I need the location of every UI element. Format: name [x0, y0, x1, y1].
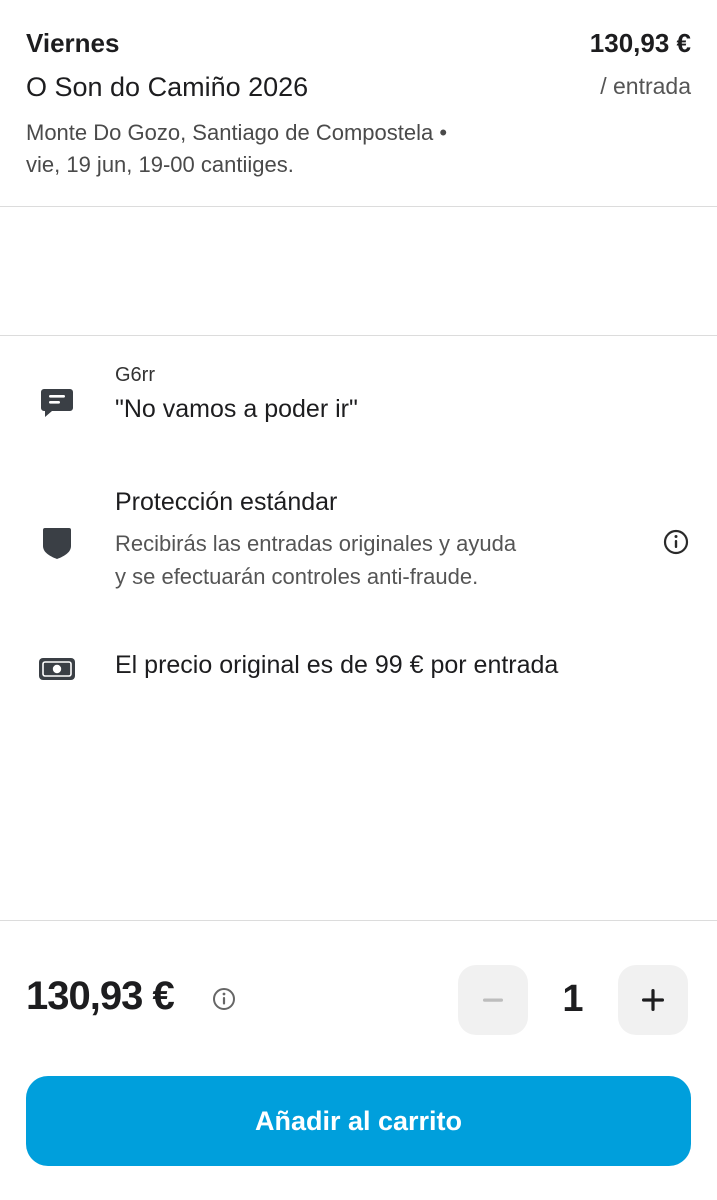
- protection-desc-line: y se efectuarán controles anti-fraude.: [115, 564, 479, 589]
- listing-day: Viernes: [26, 28, 120, 58]
- info-icon[interactable]: [663, 529, 689, 555]
- venue-line: Monte Do Gozo, Santiago de Compostela •: [26, 120, 448, 145]
- original-price-row: El precio original es de 99 € por entrad…: [0, 648, 717, 688]
- comment-block: G6rr "No vamos a poder ir": [115, 364, 358, 424]
- plus-icon: [642, 989, 664, 1011]
- footer-divider: [0, 920, 717, 921]
- chat-bubble-icon: [38, 384, 76, 422]
- divider-band: [0, 207, 717, 336]
- shield-icon: [38, 524, 76, 562]
- protection-description: Recibirás las entradas originales y ayud…: [115, 527, 635, 593]
- ticket-price: 130,93 €: [589, 28, 691, 58]
- protection-block: Protección estándar Recibirás las entrad…: [115, 488, 635, 593]
- increase-quantity-button[interactable]: [618, 965, 688, 1035]
- original-price-text: El precio original es de 99 € por entrad…: [115, 651, 559, 679]
- banknote-icon: [38, 650, 76, 688]
- total-price: 130,93 €: [26, 974, 175, 1018]
- info-icon[interactable]: [212, 987, 236, 1011]
- event-name: O Son do Camiño 2026: [26, 72, 309, 102]
- date-line: vie, 19 jun, 19-00 cantiiges.: [26, 152, 294, 177]
- listing-header: Viernes O Son do Camiño 2026 Monte Do Go…: [0, 0, 717, 207]
- comment-author: G6rr: [115, 364, 155, 386]
- comment-text: "No vamos a poder ir": [115, 395, 358, 423]
- seller-comment: G6rr "No vamos a poder ir": [0, 364, 717, 454]
- add-to-cart-button[interactable]: Añadir al carrito: [26, 1076, 691, 1166]
- decrease-quantity-button[interactable]: [458, 965, 528, 1035]
- per-ticket-label: / entrada: [600, 73, 691, 99]
- quantity-value: 1: [562, 978, 584, 1020]
- minus-icon: [483, 998, 503, 1002]
- venue-info: Monte Do Gozo, Santiago de Compostela • …: [26, 117, 566, 181]
- protection-row: Protección estándar Recibirás las entrad…: [0, 488, 717, 598]
- protection-title: Protección estándar: [115, 488, 338, 516]
- protection-desc-line: Recibirás las entradas originales y ayud…: [115, 531, 517, 556]
